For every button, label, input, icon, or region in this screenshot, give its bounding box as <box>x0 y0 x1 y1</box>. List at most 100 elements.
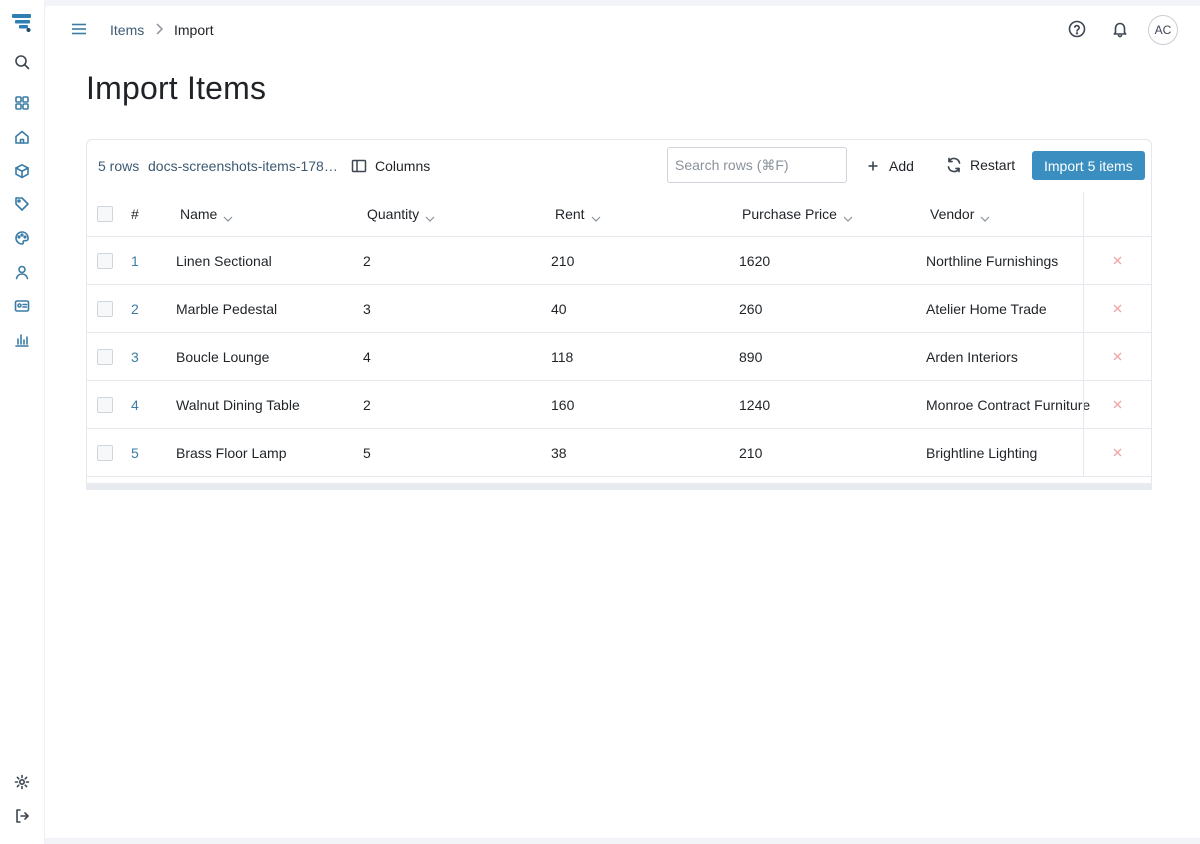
cell-vendor[interactable]: Monroe Contract Furniture <box>926 381 1090 428</box>
row-checkbox[interactable] <box>97 300 113 317</box>
cell-quantity[interactable]: 3 <box>363 285 371 332</box>
row-checkbox[interactable] <box>97 444 113 461</box>
table-header-row: # Name Quantity Rent Purchase Price Vend… <box>87 192 1151 237</box>
id-card-icon[interactable] <box>11 295 33 317</box>
table-row: 4 Walnut Dining Table 2 160 1240 Monroe … <box>87 381 1151 429</box>
column-header-vendor-label: Vendor <box>930 206 975 222</box>
search-rows-input[interactable] <box>667 147 847 183</box>
help-icon[interactable] <box>1067 19 1087 39</box>
cell-rent[interactable]: 38 <box>551 429 567 476</box>
column-header-purchase-price[interactable]: Purchase Price <box>742 192 853 236</box>
page-title: Import Items <box>86 70 267 106</box>
row-index[interactable]: 1 <box>131 237 139 284</box>
column-header-rent[interactable]: Rent <box>555 192 601 236</box>
chevron-down-icon <box>425 210 435 222</box>
cell-purchase-price[interactable]: 210 <box>739 429 762 476</box>
row-index[interactable]: 5 <box>131 429 139 476</box>
cell-rent[interactable]: 160 <box>551 381 574 428</box>
row-actions <box>1083 381 1151 428</box>
home-icon[interactable] <box>11 126 33 148</box>
sidebar <box>0 0 45 844</box>
import-table: # Name Quantity Rent Purchase Price Vend… <box>87 192 1151 477</box>
columns-button[interactable]: Columns <box>351 154 430 178</box>
main-content: Items Import AC Import Items 5 rows docs… <box>45 6 1200 838</box>
row-actions <box>1083 237 1151 284</box>
cell-name[interactable]: Walnut Dining Table <box>176 381 300 428</box>
delete-row-icon[interactable] <box>1111 254 1125 268</box>
breadcrumb-current: Import <box>174 22 214 38</box>
column-header-purchase-price-label: Purchase Price <box>742 206 837 222</box>
cell-name[interactable]: Boucle Lounge <box>176 333 269 380</box>
delete-row-icon[interactable] <box>1111 350 1125 364</box>
logo-icon[interactable] <box>11 12 33 34</box>
delete-row-icon[interactable] <box>1111 446 1125 460</box>
cell-purchase-price[interactable]: 890 <box>739 333 762 380</box>
cell-vendor[interactable]: Arden Interiors <box>926 333 1018 380</box>
restart-button[interactable]: Restart <box>946 153 1015 177</box>
cell-quantity[interactable]: 2 <box>363 237 371 284</box>
search-icon[interactable] <box>11 51 33 73</box>
user-icon[interactable] <box>11 261 33 283</box>
cell-name[interactable]: Brass Floor Lamp <box>176 429 286 476</box>
row-index[interactable]: 3 <box>131 333 139 380</box>
cell-name[interactable]: Linen Sectional <box>176 237 272 284</box>
avatar[interactable]: AC <box>1148 15 1178 45</box>
table-row: 5 Brass Floor Lamp 5 38 210 Brightline L… <box>87 429 1151 477</box>
columns-label: Columns <box>375 158 431 174</box>
row-checkbox[interactable] <box>97 252 113 269</box>
row-index[interactable]: 2 <box>131 285 139 332</box>
table-row: 2 Marble Pedestal 3 40 260 Atelier Home … <box>87 285 1151 333</box>
column-header-index: # <box>131 206 139 222</box>
cell-vendor[interactable]: Atelier Home Trade <box>926 285 1047 332</box>
topbar: Items Import AC <box>45 6 1200 54</box>
box-icon[interactable] <box>11 160 33 182</box>
import-toolbar: 5 rows docs-screenshots-items-178… Colum… <box>87 140 1151 192</box>
palette-icon[interactable] <box>11 227 33 249</box>
cell-purchase-price[interactable]: 1240 <box>739 381 770 428</box>
cell-rent[interactable]: 210 <box>551 237 574 284</box>
chevron-down-icon <box>223 210 233 222</box>
import-items-button[interactable]: Import 5 items <box>1032 151 1145 180</box>
cell-rent[interactable]: 40 <box>551 285 567 332</box>
dashboard-icon[interactable] <box>11 92 33 114</box>
cell-rent[interactable]: 118 <box>551 333 573 380</box>
table-footer <box>86 483 1152 490</box>
breadcrumb-items-link[interactable]: Items <box>110 22 144 38</box>
column-header-quantity[interactable]: Quantity <box>367 192 435 236</box>
restart-label: Restart <box>970 157 1016 173</box>
row-actions <box>1083 285 1151 332</box>
row-checkbox[interactable] <box>97 396 113 413</box>
cell-vendor[interactable]: Brightline Lighting <box>926 429 1037 476</box>
menu-icon[interactable] <box>69 19 89 39</box>
cell-vendor[interactable]: Northline Furnishings <box>926 237 1058 284</box>
row-actions <box>1083 333 1151 380</box>
chevron-down-icon <box>980 210 990 222</box>
tag-icon[interactable] <box>11 193 33 215</box>
cell-purchase-price[interactable]: 260 <box>739 285 762 332</box>
settings-icon[interactable] <box>11 771 33 793</box>
chart-icon[interactable] <box>11 329 33 351</box>
file-name: docs-screenshots-items-178… <box>148 158 338 174</box>
select-all-checkbox[interactable] <box>97 206 113 222</box>
delete-row-icon[interactable] <box>1111 398 1125 412</box>
cell-quantity[interactable]: 5 <box>363 429 371 476</box>
column-header-name[interactable]: Name <box>180 192 233 236</box>
cell-quantity[interactable]: 2 <box>363 381 371 428</box>
bell-icon[interactable] <box>1110 19 1130 39</box>
logout-icon[interactable] <box>11 805 33 827</box>
column-header-name-label: Name <box>180 206 218 222</box>
column-header-quantity-label: Quantity <box>367 206 420 222</box>
column-header-vendor[interactable]: Vendor <box>930 192 990 236</box>
table-row: 3 Boucle Lounge 4 118 890 Arden Interior… <box>87 333 1151 381</box>
add-button[interactable]: Add <box>867 154 914 178</box>
row-actions <box>1083 429 1151 476</box>
chevron-down-icon <box>591 210 601 222</box>
cell-quantity[interactable]: 4 <box>363 333 371 380</box>
row-count: 5 rows <box>98 158 140 174</box>
refresh-icon <box>947 157 961 173</box>
cell-name[interactable]: Marble Pedestal <box>176 285 277 332</box>
row-checkbox[interactable] <box>97 348 113 365</box>
cell-purchase-price[interactable]: 1620 <box>739 237 770 284</box>
row-index[interactable]: 4 <box>131 381 139 428</box>
delete-row-icon[interactable] <box>1111 302 1125 316</box>
